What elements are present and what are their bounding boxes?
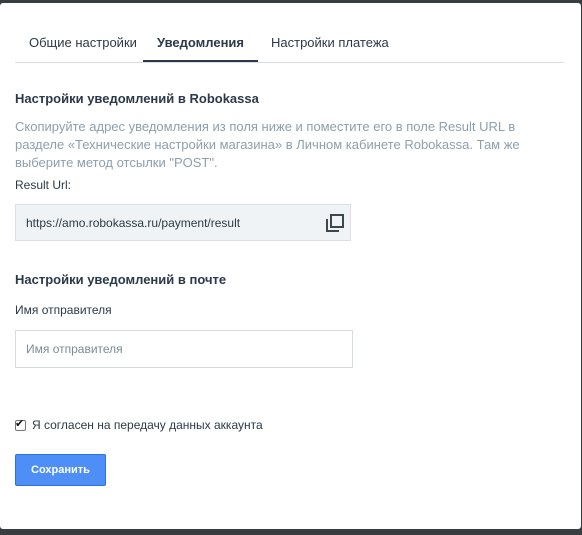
robokassa-description: Скопируйте адрес уведомления из поля ниж… xyxy=(15,119,520,170)
agreement-label: Я согласен на передачу данных аккаунта xyxy=(32,418,263,432)
backdrop-strip xyxy=(0,529,582,535)
robokassa-section-title: Настройки уведомлений в Robokassa xyxy=(15,91,259,106)
checkmark-icon: ✔ xyxy=(15,416,25,430)
tab-bar: Общие настройки Уведомления Настройки пл… xyxy=(15,27,564,63)
tab-notifications[interactable]: Уведомления xyxy=(143,27,258,62)
data-transfer-agreement[interactable]: ✔ Я согласен на передачу данных аккаунта xyxy=(15,416,263,432)
result-url-label: Result Url: xyxy=(15,178,72,192)
copy-icon[interactable] xyxy=(326,214,344,232)
result-url-value[interactable]: https://amo.robokassa.ru/payment/result xyxy=(26,205,240,241)
settings-panel: Общие настройки Уведомления Настройки пл… xyxy=(0,3,581,529)
agreement-checkbox[interactable]: ✔ xyxy=(15,416,26,431)
email-section-title: Настройки уведомлений в почте xyxy=(15,272,227,287)
sender-name-label: Имя отправителя xyxy=(15,303,112,317)
sender-name-input[interactable] xyxy=(15,330,353,368)
result-url-field[interactable]: https://amo.robokassa.ru/payment/result xyxy=(15,204,351,241)
tab-general-settings[interactable]: Общие настройки xyxy=(29,27,137,61)
tab-payment-settings[interactable]: Настройки платежа xyxy=(271,27,389,61)
save-button[interactable]: Сохранить xyxy=(15,454,106,486)
